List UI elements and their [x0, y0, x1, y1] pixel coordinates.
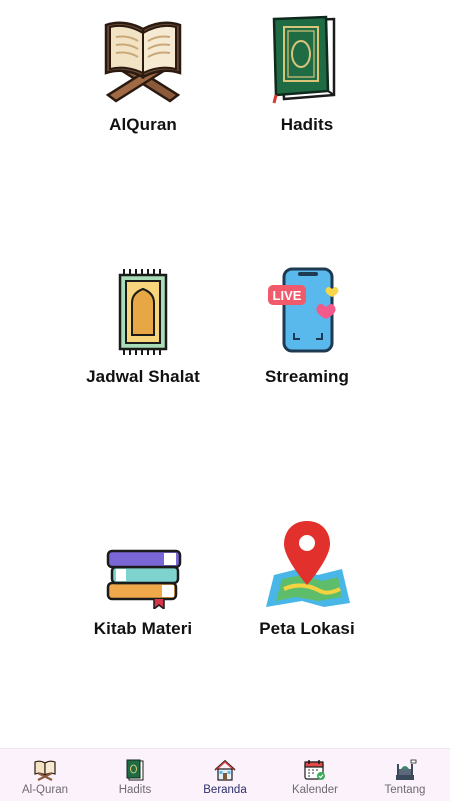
- mosque-icon: [392, 758, 418, 782]
- stacked-books-icon: [98, 519, 188, 609]
- nav-label: Al-Quran: [21, 784, 69, 796]
- nav-label: Beranda: [203, 784, 247, 796]
- menu-alquran[interactable]: AlQuran: [63, 15, 223, 135]
- quran-icon: [32, 758, 58, 782]
- menu-peta-lokasi[interactable]: Peta Lokasi: [227, 519, 387, 639]
- map-pin-icon: [262, 519, 352, 609]
- menu-label: Streaming: [264, 367, 350, 386]
- prayer-mat-icon: [98, 267, 188, 357]
- svg-text:LIVE: LIVE: [273, 288, 302, 303]
- nav-item-beranda[interactable]: Beranda: [180, 749, 270, 801]
- menu-label: Hadits: [280, 115, 334, 134]
- green-book-icon: [262, 15, 352, 105]
- menu-kitab-materi[interactable]: Kitab Materi: [63, 519, 223, 639]
- live-phone-icon: LIVE: [262, 267, 352, 357]
- nav-label: Hadits: [118, 784, 152, 796]
- menu-streaming[interactable]: LIVE Streaming: [227, 267, 387, 387]
- open-quran-on-stand-icon: [98, 15, 188, 105]
- calendar-icon: [302, 758, 328, 782]
- book-icon: [122, 758, 148, 782]
- menu-jadwal-shalat[interactable]: Jadwal Shalat: [63, 267, 223, 387]
- nav-item-tentang[interactable]: Tentang: [360, 749, 450, 801]
- nav-item-kalender[interactable]: Kalender: [270, 749, 360, 801]
- nav-label: Kalender: [291, 784, 339, 796]
- nav-item-hadits[interactable]: Hadits: [90, 749, 180, 801]
- nav-item-al-quran[interactable]: Al-Quran: [0, 749, 90, 801]
- nav-label: Tentang: [384, 784, 426, 796]
- menu-label: Peta Lokasi: [259, 619, 355, 638]
- menu-label: Jadwal Shalat: [86, 367, 200, 386]
- bottom-navigation: Al-Quran Hadits Beranda Kalender Tentang: [0, 748, 450, 801]
- menu-grid: AlQuran Hadits Jadwal Shalat LIVE Stream…: [0, 0, 450, 748]
- menu-label: AlQuran: [109, 115, 177, 134]
- home-icon: [212, 758, 238, 782]
- menu-hadits[interactable]: Hadits: [227, 15, 387, 135]
- menu-label: Kitab Materi: [93, 619, 193, 638]
